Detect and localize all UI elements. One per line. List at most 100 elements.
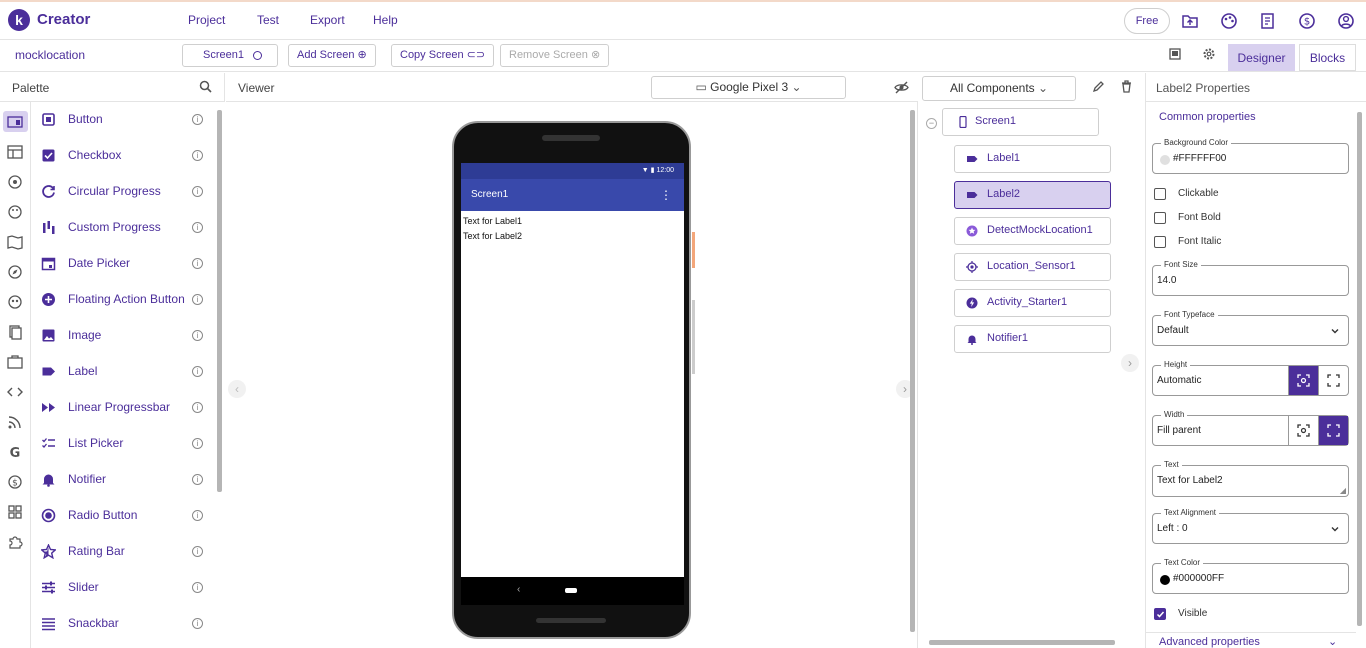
palette-item-date-picker[interactable]: Date Picker i [31, 246, 215, 282]
palette-item-button[interactable]: Button i [31, 102, 215, 138]
social-icon[interactable] [7, 294, 23, 310]
tree-item-location-sensor1[interactable]: Location_Sensor1 [954, 253, 1111, 281]
info-icon[interactable]: i [192, 114, 203, 125]
code-icon[interactable] [7, 384, 23, 400]
drawing-icon[interactable] [7, 204, 23, 220]
width-fill-parent-button[interactable] [1318, 416, 1348, 445]
tree-item-activity-starter1[interactable]: Activity_Starter1 [954, 289, 1111, 317]
palette-icon[interactable] [1220, 12, 1238, 30]
layout-icon[interactable] [7, 144, 23, 160]
info-icon[interactable]: i [192, 510, 203, 521]
palette-item-image[interactable]: Image i [31, 318, 215, 354]
tree-item-label2[interactable]: Label2 [954, 181, 1111, 209]
palette-item-custom-progress[interactable]: Custom Progress i [31, 210, 215, 246]
phone-label2[interactable]: Text for Label2 [463, 231, 522, 241]
width-automatic-button[interactable] [1288, 416, 1318, 445]
info-icon[interactable]: i [192, 474, 203, 485]
tab-designer[interactable]: Designer [1228, 44, 1295, 71]
info-icon[interactable]: i [192, 186, 203, 197]
google-icon[interactable]: G [7, 444, 23, 460]
widgets-icon[interactable] [7, 504, 23, 520]
info-icon[interactable]: i [192, 618, 203, 629]
font-typeface-select[interactable]: Font Typeface Default [1152, 310, 1349, 346]
collapse-props-button[interactable]: › [1121, 354, 1139, 372]
info-icon[interactable]: i [192, 366, 203, 377]
collapse-tree-icon[interactable]: − [926, 118, 937, 129]
tree-item-detectmocklocation1[interactable]: DetectMockLocation1 [954, 217, 1111, 245]
info-icon[interactable]: i [192, 222, 203, 233]
delete-trash-icon[interactable] [1120, 80, 1133, 93]
common-properties-heading[interactable]: Common properties [1159, 111, 1256, 123]
height-fill-parent-button[interactable] [1318, 366, 1348, 395]
storage-icon[interactable] [7, 324, 23, 340]
search-icon[interactable] [199, 80, 212, 93]
palette-item-snackbar[interactable]: Snackbar i [31, 606, 215, 642]
height-automatic-button[interactable] [1288, 366, 1318, 395]
font-size-field[interactable]: Font Size 14.0 [1152, 260, 1349, 296]
viewer-scrollbar[interactable] [910, 110, 915, 632]
text-alignment-select[interactable]: Text Alignment Left : 0 [1152, 508, 1349, 544]
account-icon[interactable] [1337, 12, 1355, 30]
collapse-left-button[interactable]: ‹ [228, 380, 246, 398]
tab-blocks[interactable]: Blocks [1299, 44, 1356, 71]
height-field[interactable]: Height Automatic [1152, 360, 1349, 396]
width-field[interactable]: Width Fill parent [1152, 410, 1349, 446]
user-interface-icon[interactable] [7, 114, 23, 130]
text-field[interactable]: Text Text for Label2 ◢ [1152, 460, 1349, 497]
properties-scrollbar[interactable] [1357, 112, 1362, 626]
connectivity-icon[interactable] [7, 354, 23, 370]
rename-pencil-icon[interactable] [1092, 80, 1105, 93]
extension-icon[interactable] [7, 534, 23, 550]
info-icon[interactable]: i [192, 582, 203, 593]
palette-item-checkbox[interactable]: Checkbox i [31, 138, 215, 174]
menu-project[interactable]: Project [188, 13, 225, 27]
info-icon[interactable]: i [192, 402, 203, 413]
info-icon[interactable]: i [192, 258, 203, 269]
info-icon[interactable]: i [192, 438, 203, 449]
palette-item-radio-button[interactable]: Radio Button i [31, 498, 215, 534]
sensors-compass-icon[interactable] [7, 264, 23, 280]
rss-icon[interactable] [7, 414, 23, 430]
palette-item-notifier[interactable]: Notifier i [31, 462, 215, 498]
device-select[interactable]: ▭ Google Pixel 3 ⌄ [651, 76, 846, 99]
dollar-icon[interactable]: $ [1298, 12, 1316, 30]
add-screen-button[interactable]: Add Screen ⊕ [288, 44, 376, 67]
palette-scrollbar[interactable] [217, 110, 222, 492]
gear-icon[interactable] [1202, 47, 1216, 61]
resize-handle-icon[interactable]: ◢ [1340, 486, 1346, 495]
background-color-field[interactable]: Background Color #FFFFFF00 [1152, 138, 1349, 174]
advanced-properties-heading[interactable]: Advanced properties [1159, 636, 1260, 648]
menu-help[interactable]: Help [373, 13, 398, 27]
visible-checkbox[interactable] [1154, 608, 1166, 620]
tree-item-label1[interactable]: Label1 [954, 145, 1111, 173]
palette-item-list-picker[interactable]: List Picker i [31, 426, 215, 462]
tree-item-screen1[interactable]: Screen1 [942, 108, 1099, 136]
phone-label1[interactable]: Text for Label1 [463, 216, 522, 226]
visibility-off-icon[interactable] [894, 80, 909, 95]
free-plan-button[interactable]: Free [1124, 8, 1170, 34]
gallery-icon[interactable] [1168, 47, 1182, 61]
info-icon[interactable]: i [192, 330, 203, 341]
palette-item-linear-progressbar[interactable]: Linear Progressbar i [31, 390, 215, 426]
text-color-field[interactable]: Text Color #000000FF [1152, 558, 1349, 594]
remove-screen-button[interactable]: Remove Screen ⊗ [500, 44, 610, 67]
menu-test[interactable]: Test [257, 13, 279, 27]
copy-screen-button[interactable]: Copy Screen ⊂⊃ [391, 44, 495, 67]
font-italic-checkbox[interactable] [1154, 236, 1166, 248]
media-icon[interactable] [7, 174, 23, 190]
screen-select[interactable]: Screen1 [182, 44, 278, 67]
font-bold-checkbox[interactable] [1154, 212, 1166, 224]
palette-item-floating-action-button[interactable]: Floating Action Button i [31, 282, 215, 318]
tutorial-book-icon[interactable] [1259, 12, 1277, 30]
tree-item-notifier1[interactable]: Notifier1 [954, 325, 1111, 353]
maps-icon[interactable] [7, 234, 23, 250]
clickable-checkbox[interactable] [1154, 188, 1166, 200]
palette-item-label[interactable]: Label i [31, 354, 215, 390]
app-logo[interactable]: k [8, 9, 30, 31]
info-icon[interactable]: i [192, 546, 203, 557]
info-icon[interactable]: i [192, 294, 203, 305]
info-icon[interactable]: i [192, 150, 203, 161]
palette-item-rating-bar[interactable]: Rating Bar i [31, 534, 215, 570]
tree-h-scrollbar[interactable] [929, 640, 1115, 645]
palette-item-circular-progress[interactable]: Circular Progress i [31, 174, 215, 210]
